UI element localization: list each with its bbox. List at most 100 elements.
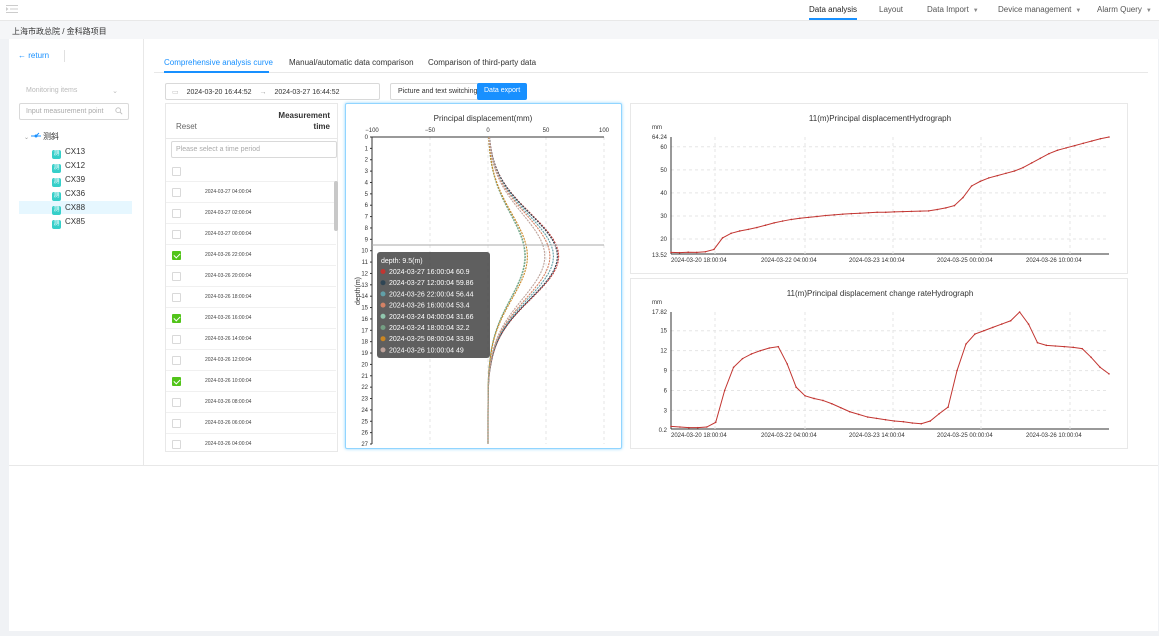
row-checkbox[interactable] xyxy=(172,314,181,323)
tree-item-cx36[interactable]: 测 CX36 xyxy=(52,189,85,201)
end-date[interactable]: 2024-03-27 16:44:52 xyxy=(274,89,339,96)
row-checkbox[interactable] xyxy=(172,209,181,218)
data-point xyxy=(679,426,681,428)
data-point xyxy=(1036,341,1039,344)
table-row[interactable]: 2024-03-26 08:00:04 xyxy=(166,392,336,413)
x-tick-label: 2024-03-26 10:00:04 xyxy=(1026,433,1082,439)
caret-down-icon[interactable]: ⌄ xyxy=(24,135,31,141)
row-checkbox[interactable] xyxy=(172,167,181,176)
tab-third-party-comparison[interactable]: Comparison of third-party data xyxy=(428,58,536,67)
reset-button[interactable]: Reset xyxy=(176,122,197,131)
monitoring-items-select[interactable]: Monitoring items ⌄ xyxy=(26,87,118,95)
y-tick-label: 14 xyxy=(361,294,368,300)
row-time: 2024-03-27 02:00:04 xyxy=(205,210,252,216)
tree-item-label: CX12 xyxy=(65,161,86,170)
table-row[interactable]: 2024-03-27 00:00:04 xyxy=(166,224,336,245)
tooltip-entry: 2024-03-26 16:00:04 53.4 xyxy=(389,303,470,310)
y-axis-label: mm xyxy=(652,300,662,306)
point-tag-icon: 测 xyxy=(52,206,61,215)
y-tick-label: 26 xyxy=(361,431,368,437)
y-tick-label: 11 xyxy=(362,260,369,266)
y-tick-label: 12 xyxy=(361,271,368,277)
table-row[interactable]: 2024-03-26 10:00:04 xyxy=(166,371,336,392)
row-checkbox[interactable] xyxy=(172,440,181,449)
y-tick-label: 9 xyxy=(664,369,668,375)
data-point xyxy=(1045,344,1048,347)
date-range-picker[interactable]: ▭ 2024-03-20 16:44:52 → 2024-03-27 16:44… xyxy=(165,83,380,100)
change-rate-hydrograph[interactable]: 11(m)Principal displacement change rateH… xyxy=(630,278,1128,449)
tab-comprehensive-analysis[interactable]: Comprehensive analysis curve xyxy=(164,58,273,67)
nav-device-management[interactable]: Device management ▼ xyxy=(998,5,1081,14)
table-row[interactable]: 2024-03-26 18:00:04 xyxy=(166,287,336,308)
row-checkbox[interactable] xyxy=(172,335,181,344)
y-tick-label: 15 xyxy=(660,329,667,335)
table-row[interactable]: 2024-03-26 12:00:04 xyxy=(166,350,336,371)
y-tick-label: 27 xyxy=(361,442,368,448)
depth-profile-chart[interactable]: Principal displacement(mm) depth(m) −100 −5… xyxy=(345,103,622,449)
table-row[interactable]: 2024-03-26 22:00:04 xyxy=(166,245,336,266)
picture-text-switch-button[interactable]: Picture and text switching xyxy=(390,83,486,100)
tree-item-cx39[interactable]: 测 CX39 xyxy=(52,175,85,187)
table-row[interactable] xyxy=(166,161,336,182)
data-point xyxy=(911,422,914,424)
search-icon[interactable] xyxy=(115,107,123,115)
data-point xyxy=(678,251,681,254)
menu-fold-icon[interactable] xyxy=(6,3,18,15)
x-tick-label: 0 xyxy=(486,128,490,134)
y-tick-label: 12 xyxy=(660,349,667,355)
row-checkbox[interactable] xyxy=(172,251,181,260)
return-label: return xyxy=(28,51,50,60)
nav-data-import[interactable]: Data Import ▼ xyxy=(927,5,979,14)
tab-manual-automatic-comparison[interactable]: Manual/automatic data comparison xyxy=(289,58,414,67)
point-tag-icon: 测 xyxy=(52,150,61,159)
tree-item-cx85[interactable]: 测 CX85 xyxy=(52,217,85,229)
data-point xyxy=(777,345,780,348)
y-tick-label: 5 xyxy=(365,192,369,198)
tree-item-cx88[interactable]: 测 CX88 xyxy=(52,203,85,215)
nav-layout[interactable]: Layout xyxy=(879,5,903,14)
table-row[interactable]: 2024-03-26 20:00:04 xyxy=(166,266,336,287)
table-row[interactable]: 2024-03-26 04:00:04 xyxy=(166,434,336,451)
tooltip-marker xyxy=(380,347,386,353)
data-point xyxy=(867,211,870,214)
table-row[interactable]: 2024-03-27 04:00:04 xyxy=(166,182,336,203)
tree-item-cx13[interactable]: 测 CX13 xyxy=(52,147,85,159)
table-row[interactable]: 2024-03-26 06:00:04 xyxy=(166,413,336,434)
return-button[interactable]: ← return xyxy=(18,51,49,60)
select-placeholder: Monitoring items xyxy=(26,87,78,94)
displacement-hydrograph[interactable]: 11(m)Principal displacementHydrograph mm 2… xyxy=(630,103,1128,274)
row-checkbox[interactable] xyxy=(172,356,181,365)
table-row[interactable]: 2024-03-26 14:00:04 xyxy=(166,329,336,350)
table-row[interactable]: 2024-03-26 16:00:04 xyxy=(166,308,336,329)
data-point xyxy=(764,224,767,227)
measurement-point-search-input[interactable]: Input measurement point xyxy=(19,103,129,120)
nav-label: Layout xyxy=(879,5,904,14)
row-checkbox[interactable] xyxy=(172,230,181,239)
table-scrollbar[interactable] xyxy=(334,181,338,231)
data-export-button[interactable]: Data export xyxy=(477,83,528,100)
y-tick-label: 21 xyxy=(361,374,368,380)
tree-item-cx12[interactable]: 测 CX12 xyxy=(52,161,85,173)
chevron-down-icon: ▼ xyxy=(972,8,979,14)
y-tick-label: 3 xyxy=(664,408,668,414)
point-tag-icon: 测 xyxy=(52,192,61,201)
time-period-select[interactable]: Please select a time period xyxy=(171,141,337,158)
data-point xyxy=(1056,149,1059,152)
y-tick-label: 60 xyxy=(660,145,667,151)
row-checkbox[interactable] xyxy=(172,272,181,281)
x-tick-label: 2024-03-25 00:00:04 xyxy=(937,433,993,439)
nav-data-analysis[interactable]: Data analysis xyxy=(809,5,857,14)
row-checkbox[interactable] xyxy=(172,293,181,302)
tree-root-node[interactable]: ⌄ 测斜 xyxy=(24,131,59,142)
nav-alarm-query[interactable]: Alarm Query ▼ xyxy=(1097,5,1152,14)
row-checkbox[interactable] xyxy=(172,377,181,386)
row-checkbox[interactable] xyxy=(172,419,181,428)
search-placeholder: Input measurement point xyxy=(26,108,104,115)
table-row[interactable]: 2024-03-27 02:00:04 xyxy=(166,203,336,224)
start-date[interactable]: 2024-03-20 16:44:52 xyxy=(187,89,252,96)
tooltip-marker xyxy=(380,302,386,308)
row-checkbox[interactable] xyxy=(172,398,181,407)
breadcrumb: 上海市政总院 / 金科路项目 xyxy=(0,21,1159,39)
row-time: 2024-03-26 08:00:04 xyxy=(205,399,252,405)
row-checkbox[interactable] xyxy=(172,188,181,197)
